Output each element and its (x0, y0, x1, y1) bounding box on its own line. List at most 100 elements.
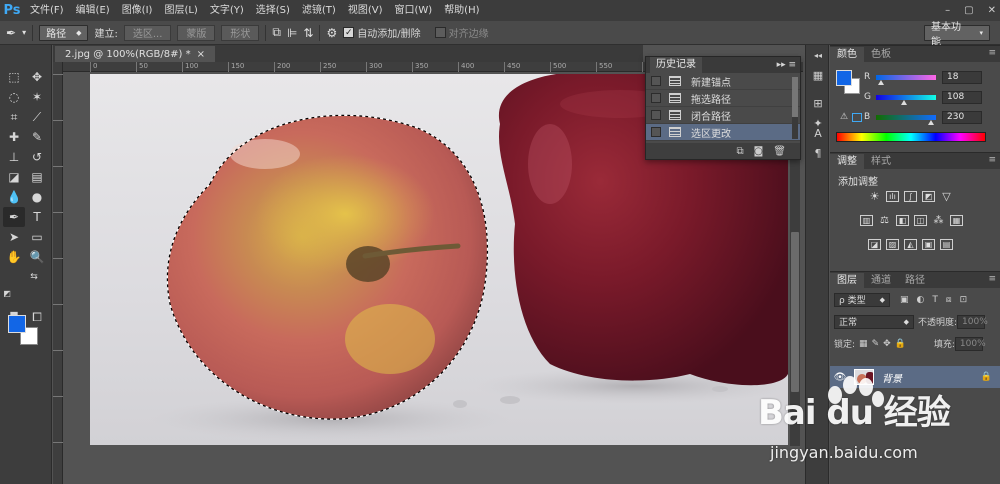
align-edges-checkbox[interactable]: 对齐边缘 (434, 25, 489, 40)
levels-icon[interactable]: ılı (886, 191, 899, 202)
marquee-tool-icon[interactable]: ⬚ (3, 67, 25, 87)
menu-layer[interactable]: 图层(L) (158, 0, 203, 21)
blue-value-field[interactable]: 230 (942, 110, 982, 124)
color-lookup-icon[interactable]: ▦ (950, 215, 963, 226)
new-document-from-state-icon[interactable]: ⧉ (736, 146, 743, 157)
tab-layers[interactable]: 图层 (830, 273, 864, 288)
gradient-tool-icon[interactable]: ▤ (26, 167, 48, 187)
zoom-tool-icon[interactable]: 🔍 (26, 247, 48, 267)
properties-panel-icon[interactable]: ⊞ (810, 95, 826, 111)
fill-field[interactable]: 100% (954, 336, 986, 351)
color-spectrum-bar[interactable] (836, 132, 986, 142)
tab-swatches[interactable]: 色板 (864, 47, 898, 62)
history-scrollbar[interactable] (792, 77, 798, 139)
slider-knob[interactable] (878, 79, 884, 85)
red-value-field[interactable]: 18 (942, 70, 982, 84)
panel-menu-icon[interactable]: ≡ (988, 155, 996, 165)
pen-tool-icon[interactable]: ✒ (3, 207, 25, 227)
rectangle-tool-icon[interactable]: ▭ (26, 227, 48, 247)
screen-mode-icon[interactable]: ⧠ (26, 307, 48, 327)
history-item[interactable]: 闭合路径 (646, 107, 800, 124)
channel-mixer-icon[interactable]: ⁂ (932, 215, 945, 226)
photo-filter-icon[interactable]: ◫ (914, 215, 927, 226)
make-mask-button[interactable]: 蒙版 (177, 24, 216, 41)
history-panel-icon[interactable]: ▦ (810, 67, 826, 83)
blend-mode-select[interactable]: 正常 ◆ (834, 314, 914, 329)
tab-styles[interactable]: 样式 (864, 154, 898, 169)
panel-menu-icon[interactable]: ≡ (988, 48, 996, 58)
history-item-selected[interactable]: 选区更改 (646, 124, 800, 141)
workspace-select[interactable]: 基本功能 ▾ (924, 22, 990, 48)
green-value-field[interactable]: 108 (942, 90, 982, 104)
menu-filter[interactable]: 滤镜(T) (296, 0, 342, 21)
slider-knob[interactable] (928, 119, 934, 125)
tab-paths[interactable]: 路径 (898, 273, 932, 288)
lock-position-icon[interactable]: ✥ (883, 339, 891, 349)
lasso-tool-icon[interactable]: ◌ (3, 87, 25, 107)
close-icon[interactable]: ✕ (988, 5, 996, 16)
hue-saturation-icon[interactable]: ▥ (860, 215, 873, 226)
invert-icon[interactable]: ◪ (868, 239, 881, 250)
eraser-tool-icon[interactable]: ◪ (3, 167, 25, 187)
scrollbar-thumb[interactable] (791, 232, 799, 392)
minimize-icon[interactable]: – (945, 5, 950, 16)
dodge-tool-icon[interactable]: ● (26, 187, 48, 207)
menu-edit[interactable]: 编辑(E) (70, 0, 116, 21)
foreground-color-swatch[interactable] (836, 70, 852, 86)
menu-image[interactable]: 图像(I) (116, 0, 159, 21)
collapse-arrows-icon[interactable]: ◂◂ (810, 47, 826, 63)
history-item[interactable]: 新建锚点 (646, 73, 800, 90)
eye-icon[interactable]: 👁 (830, 372, 850, 383)
paragraph-panel-icon[interactable]: ¶ (810, 145, 826, 161)
filter-shape-icon[interactable]: ⧈ (946, 295, 952, 305)
healing-brush-tool-icon[interactable]: ✚ (3, 127, 25, 147)
path-arrangement-icon[interactable]: ⇅ (303, 26, 313, 40)
maximize-icon[interactable]: ▢ (964, 5, 973, 16)
tab-channels[interactable]: 通道 (864, 273, 898, 288)
make-selection-button[interactable]: 选区... (123, 24, 172, 41)
vibrance-icon[interactable]: ▽ (940, 190, 953, 203)
lock-transparent-icon[interactable]: ▦ (859, 339, 868, 349)
menu-help[interactable]: 帮助(H) (438, 0, 485, 21)
path-selection-tool-icon[interactable]: ➤ (3, 227, 25, 247)
pen-mode-select[interactable]: 路径 ◆ (39, 24, 89, 41)
history-item[interactable]: 拖选路径 (646, 90, 800, 107)
curves-icon[interactable]: ∫ (904, 191, 917, 202)
color-balance-icon[interactable]: ⚖ (878, 215, 891, 226)
opacity-field[interactable]: 100% (957, 314, 988, 329)
panel-menu-icon[interactable]: ≡ (988, 274, 996, 284)
gradient-map-icon[interactable]: ▤ (940, 239, 953, 250)
filter-type-icon[interactable]: T (932, 295, 938, 305)
gear-icon[interactable]: ⚙ (326, 26, 337, 40)
pen-tool-icon[interactable]: ✒ (6, 26, 16, 40)
crop-tool-icon[interactable]: ⌗ (3, 107, 25, 127)
history-source-box[interactable] (651, 76, 661, 86)
tool-preset-chevron-icon[interactable]: ▾ (22, 28, 26, 37)
foreground-color-swatch[interactable] (8, 315, 26, 333)
history-brush-tool-icon[interactable]: ↺ (26, 147, 48, 167)
close-tab-icon[interactable]: × (197, 49, 205, 60)
camera-icon[interactable]: ◙ (754, 146, 764, 157)
filter-smart-object-icon[interactable]: ⊡ (960, 295, 968, 305)
filter-adjustment-icon[interactable]: ◐ (917, 295, 925, 305)
menu-window[interactable]: 窗口(W) (388, 0, 438, 21)
tab-adjustments[interactable]: 调整 (830, 154, 864, 169)
path-alignment-icon[interactable]: ⊫ (287, 26, 297, 40)
black-white-icon[interactable]: ◧ (896, 215, 909, 226)
magic-wand-tool-icon[interactable]: ✶ (26, 87, 48, 107)
blur-tool-icon[interactable]: 💧 (3, 187, 25, 207)
layer-row-background[interactable]: 👁 背景 🔒 (830, 366, 1000, 388)
history-tab[interactable]: 历史记录 (650, 57, 702, 73)
menu-view[interactable]: 视图(V) (342, 0, 389, 21)
posterize-icon[interactable]: ▨ (886, 239, 899, 250)
menu-type[interactable]: 文字(Y) (204, 0, 250, 21)
trash-icon[interactable]: 🗑 (773, 146, 786, 157)
default-colors-icon[interactable]: ◩ (1, 283, 13, 303)
character-panel-icon[interactable]: A (810, 125, 826, 141)
menu-file[interactable]: 文件(F) (24, 0, 70, 21)
brightness-icon[interactable]: ☀ (868, 190, 881, 203)
history-source-box[interactable] (651, 110, 661, 120)
layer-filter-select[interactable]: ρ 类型 ◆ (834, 292, 890, 307)
lock-image-icon[interactable]: ✎ (872, 339, 880, 349)
document-tab[interactable]: 2.jpg @ 100%(RGB/8#) * × (55, 46, 216, 62)
